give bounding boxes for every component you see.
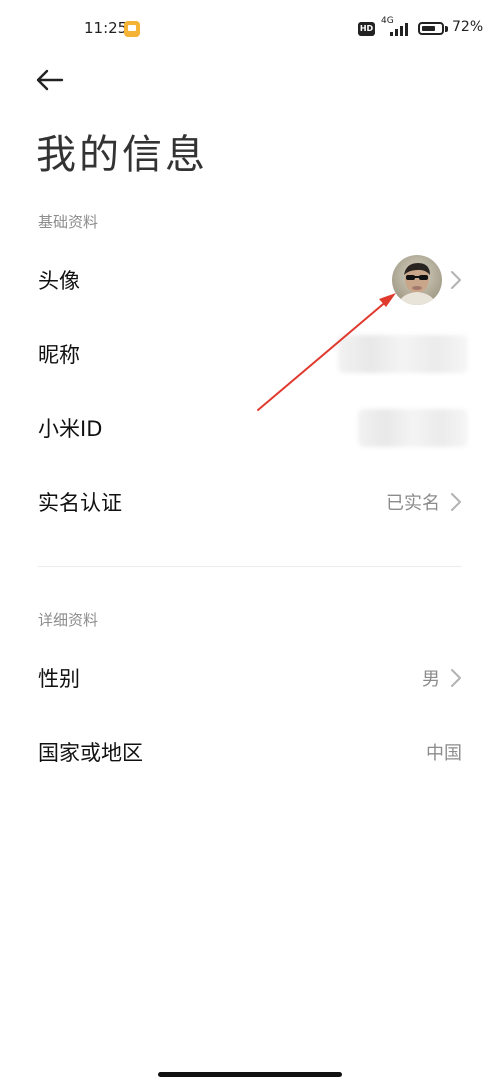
region-value: 中国	[426, 743, 462, 764]
status-bar: 11:25 HD 4G 72%	[0, 0, 500, 60]
row-label-nickname: 昵称	[38, 343, 80, 367]
row-real-name-verification[interactable]: 实名认证 已实名	[0, 469, 500, 535]
battery-percent: 72%	[452, 19, 484, 35]
row-label-gender: 性别	[38, 667, 80, 691]
row-nickname[interactable]: 昵称	[0, 321, 500, 387]
row-avatar[interactable]: 头像	[0, 247, 500, 313]
row-label-mi-id: 小米ID	[38, 417, 103, 441]
row-label-region: 国家或地区	[38, 741, 143, 765]
battery-fill	[422, 26, 435, 31]
notification-icon	[124, 21, 140, 37]
battery-tip	[445, 26, 448, 32]
row-label-avatar: 头像	[38, 269, 80, 293]
signal-strength-icon	[388, 22, 412, 36]
section-label-detail: 详细资料	[38, 611, 99, 629]
chevron-right-icon	[451, 271, 461, 289]
row-mi-id[interactable]: 小米ID	[0, 395, 500, 461]
mi-id-value-redacted	[358, 409, 468, 447]
status-time: 11:25	[84, 19, 128, 37]
nickname-value-redacted	[338, 335, 468, 373]
back-button[interactable]	[32, 62, 68, 98]
avatar[interactable]	[392, 255, 442, 305]
avatar-image	[392, 255, 442, 305]
battery-icon	[418, 22, 444, 35]
section-divider	[38, 566, 462, 567]
gender-value: 男	[422, 669, 440, 690]
row-label-verification: 实名认证	[38, 491, 122, 515]
home-indicator[interactable]	[158, 1072, 342, 1077]
row-gender[interactable]: 性别 男	[0, 645, 500, 711]
chevron-right-icon	[451, 493, 461, 511]
back-arrow-icon	[36, 69, 64, 91]
page-title: 我的信息	[36, 132, 208, 178]
verification-status: 已实名	[386, 493, 440, 514]
row-region[interactable]: 国家或地区 中国	[0, 719, 500, 785]
hd-badge: HD	[358, 22, 375, 36]
section-label-basic: 基础资料	[38, 213, 99, 231]
chevron-right-icon	[451, 669, 461, 687]
